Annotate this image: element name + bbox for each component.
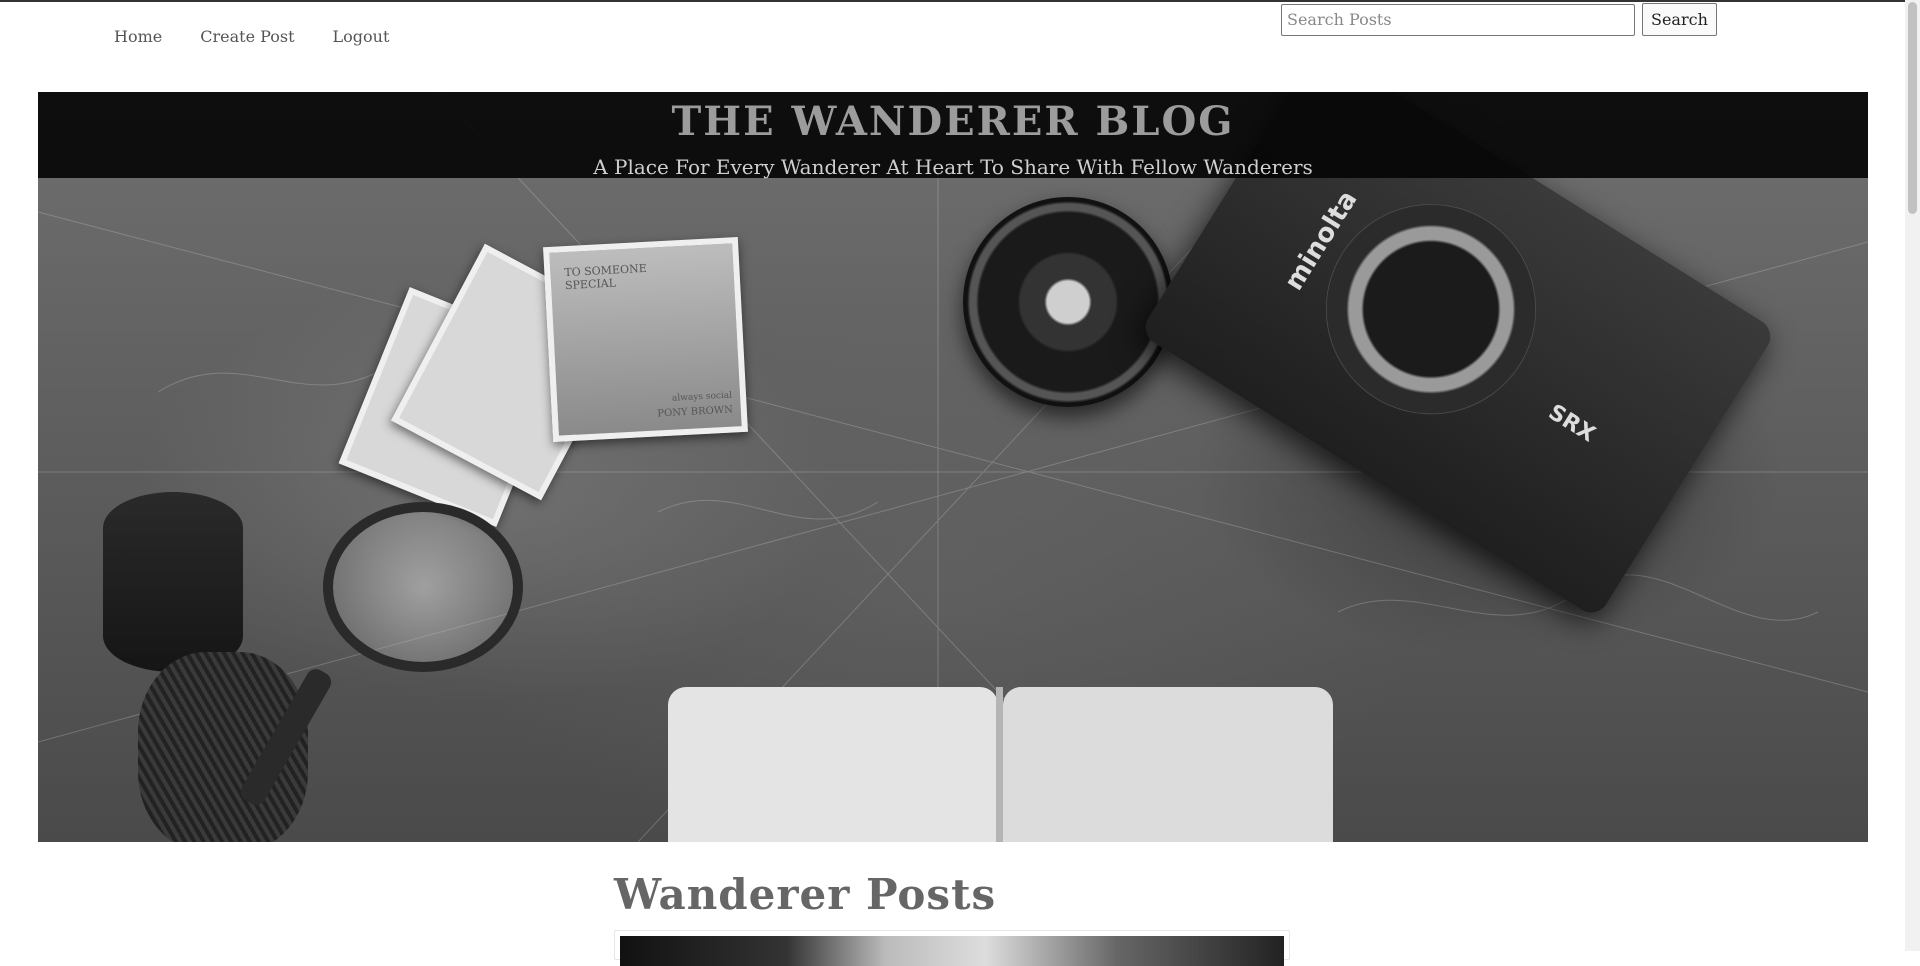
page-scrollbar[interactable] <box>1905 0 1920 951</box>
search-form: Search <box>1281 3 1717 36</box>
search-button[interactable]: Search <box>1642 3 1717 36</box>
search-input[interactable] <box>1281 3 1635 36</box>
posts-heading: Wanderer Posts <box>614 870 997 919</box>
nav-logout-link[interactable]: Logout <box>333 27 390 46</box>
camera-model-label: SRX <box>1543 399 1600 448</box>
nav-links: Home Create Post Logout <box>114 27 427 46</box>
thread-spool-image <box>103 492 243 672</box>
nav-create-post-link[interactable]: Create Post <box>200 27 294 46</box>
postcard-heading-2: SPECIAL <box>564 276 617 293</box>
site-title: THE WANDERER BLOG <box>671 98 1235 145</box>
post-card[interactable] <box>614 930 1290 966</box>
post-thumbnail[interactable] <box>620 936 1284 966</box>
camera-lens-image <box>963 197 1173 407</box>
postcards-image: TO SOMEONE SPECIAL always social PONY BR… <box>338 237 788 542</box>
postcard-front: TO SOMEONE SPECIAL always social PONY BR… <box>543 237 748 442</box>
hero-banner: TO SOMEONE SPECIAL always social PONY BR… <box>38 92 1868 842</box>
site-subtitle: A Place For Every Wanderer At Heart To S… <box>593 155 1313 179</box>
top-navbar: Home Create Post Logout Search <box>0 0 1905 70</box>
nav-home-link[interactable]: Home <box>114 27 162 46</box>
notebook-image <box>668 687 1333 842</box>
magnifying-glass-image <box>323 502 523 672</box>
notebook-spine <box>996 687 1003 842</box>
notebook-left-page <box>668 687 998 842</box>
notebook-right-page <box>1003 687 1333 842</box>
postcard-footer-2: PONY BROWN <box>657 404 734 420</box>
scrollbar-thumb[interactable] <box>1908 2 1917 214</box>
